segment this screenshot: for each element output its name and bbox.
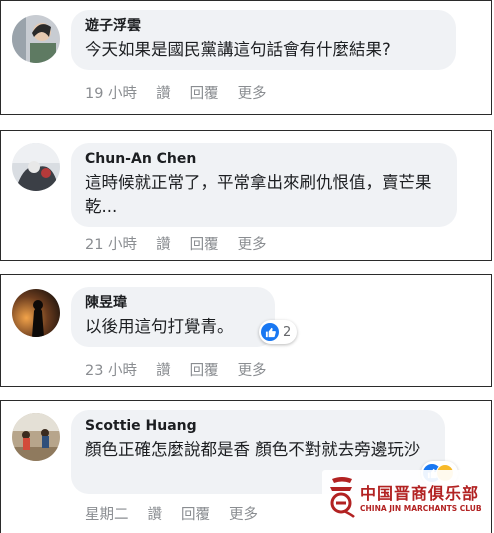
like-button[interactable]: 讚 <box>148 507 163 523</box>
comment-card: Chun-An Chen 這時候就正常了，平常拿出來刷仇恨值，賣芒果乾... 2… <box>0 130 492 261</box>
reply-button[interactable]: 回覆 <box>190 363 219 379</box>
comment-actions: 23 小時 讚 回覆 更多 <box>85 359 286 380</box>
comment-text: 以後用這句打覺青。 <box>85 317 234 336</box>
reply-button[interactable]: 回覆 <box>181 507 210 523</box>
more-button[interactable]: 更多 <box>238 86 267 102</box>
watermark-english: CHINA JIN MARCHANTS CLUB <box>360 504 482 513</box>
comment-bubble: Chun-An Chen 這時候就正常了，平常拿出來刷仇恨值，賣芒果乾... <box>71 143 457 227</box>
comment-actions: 19 小時 讚 回覆 更多 <box>85 82 286 103</box>
comment-actions: 21 小時 讚 回覆 更多 <box>85 233 286 254</box>
comment-author[interactable]: 陳昱瑋 <box>85 294 261 312</box>
watermark-chinese: 中国晋商俱乐部 <box>360 484 480 503</box>
comment-time[interactable]: 19 小時 <box>85 86 137 102</box>
more-button[interactable]: 更多 <box>238 237 267 253</box>
like-icon <box>261 323 279 341</box>
more-button[interactable]: 更多 <box>238 363 267 379</box>
like-button[interactable]: 讚 <box>156 86 171 102</box>
reaction-summary[interactable]: 2 <box>259 320 298 344</box>
comment-text: 顏色正確怎麼說都是香 顏色不對就去旁邊玩沙 <box>85 440 421 459</box>
comment-text: 這時候就正常了，平常拿出來刷仇恨值，賣芒果乾... <box>85 173 432 216</box>
comment-author[interactable]: Chun-An Chen <box>85 150 443 168</box>
like-button[interactable]: 讚 <box>156 363 171 379</box>
reply-button[interactable]: 回覆 <box>190 237 219 253</box>
comment-actions: 星期二 讚 回覆 更多 <box>85 503 277 524</box>
more-button[interactable]: 更多 <box>229 507 258 523</box>
avatar[interactable] <box>12 15 60 63</box>
comment-time[interactable]: 23 小時 <box>85 363 137 379</box>
avatar[interactable] <box>12 413 60 461</box>
comment-author[interactable]: 遊子浮雲 <box>85 17 442 35</box>
avatar[interactable] <box>12 143 60 191</box>
reaction-count: 2 <box>283 324 292 340</box>
comment-author[interactable]: Scottie Huang <box>85 417 431 435</box>
comment-card: 陳昱瑋 以後用這句打覺青。 2 23 小時 讚 回覆 更多 <box>0 274 492 387</box>
comment-time[interactable]: 21 小時 <box>85 237 137 253</box>
comment-bubble: 陳昱瑋 以後用這句打覺青。 <box>71 287 275 347</box>
like-button[interactable]: 讚 <box>156 237 171 253</box>
comment-bubble: 遊子浮雲 今天如果是國民黨講這句話會有什麼結果? <box>71 10 456 70</box>
comment-time[interactable]: 星期二 <box>85 507 129 523</box>
comment-text: 今天如果是國民黨講這句話會有什麼結果? <box>85 40 391 59</box>
comment-card: 遊子浮雲 今天如果是國民黨講這句話會有什麼結果? 19 小時 讚 回覆 更多 <box>0 0 492 115</box>
jin-seal-icon <box>330 477 355 518</box>
reply-button[interactable]: 回覆 <box>190 86 219 102</box>
watermark-logo: 中国晋商俱乐部 CHINA JIN MARCHANTS CLUB <box>322 470 488 524</box>
avatar[interactable] <box>12 289 60 337</box>
